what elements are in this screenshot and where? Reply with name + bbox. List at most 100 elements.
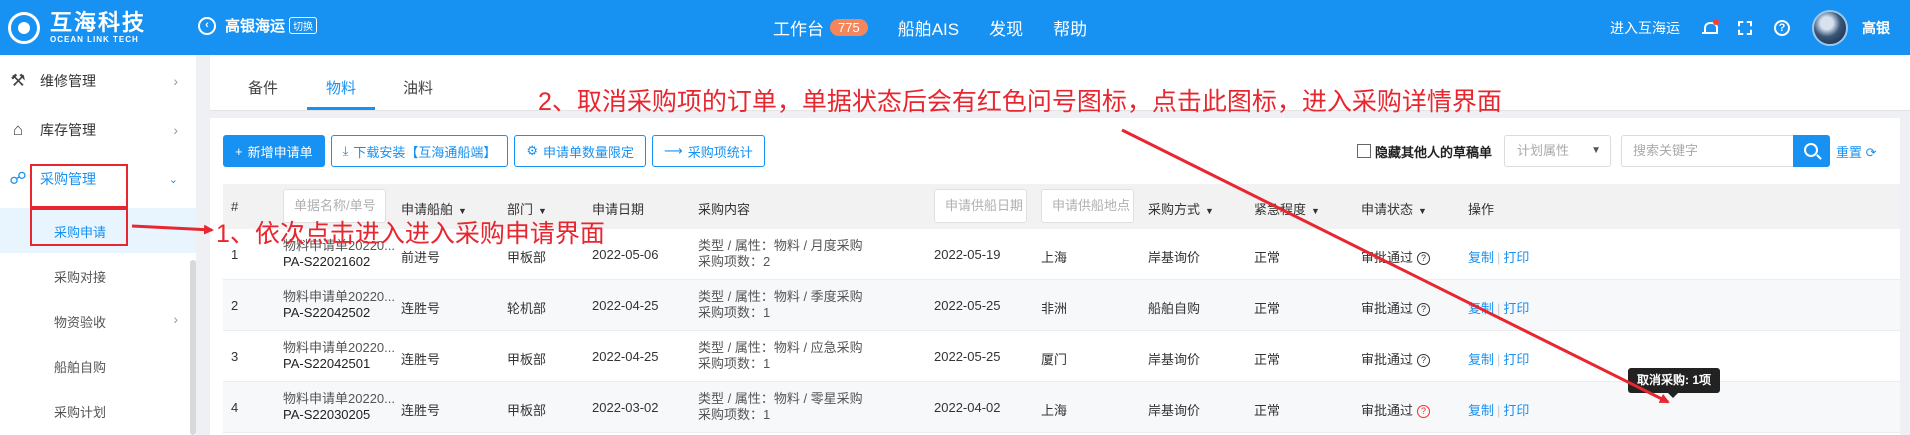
annotation-step1: 1、依次点击进入进入采购申请界面 xyxy=(216,220,605,248)
hide-drafts-label[interactable]: 隐藏其他人的草稿单 xyxy=(1375,142,1492,161)
content-type: 类型 / 属性：物料 / 零星采购 xyxy=(698,391,863,406)
department-cell: 轮机部 xyxy=(507,301,547,316)
tab-oil[interactable]: 油料 xyxy=(403,77,433,98)
request-limit-label: 申请单数量限定 xyxy=(543,144,635,160)
divider: | xyxy=(1497,403,1501,418)
sidebar-item-inventory[interactable]: ⌂ 库存管理 › xyxy=(0,106,196,154)
divider: | xyxy=(1497,352,1501,367)
enter-link[interactable]: 进入互海运 xyxy=(1610,18,1680,38)
ship-cell: 连胜号 xyxy=(401,301,441,316)
fullscreen-icon[interactable] xyxy=(1738,20,1752,35)
caret-down-icon: ▼ xyxy=(1311,206,1320,216)
method-cell: 岸基询价 xyxy=(1148,250,1201,265)
content-cell: 类型 / 属性：物料 / 应急采购 采购项数：1 xyxy=(698,340,863,372)
print-link[interactable]: 打印 xyxy=(1503,250,1529,265)
sidebar-subitem-label: 采购计划 xyxy=(54,405,107,420)
user-name[interactable]: 高银 xyxy=(1862,18,1890,38)
new-request-button[interactable]: + 新增申请单 xyxy=(223,135,325,167)
sidebar-scrollbar[interactable] xyxy=(190,260,196,435)
switch-company-button[interactable]: 切换 xyxy=(289,17,318,34)
logo[interactable]: 互海科技 OCEAN LINK TECH xyxy=(8,8,146,48)
purchase-stats-button[interactable]: ⟶ 采购项统计 xyxy=(652,135,765,167)
top-nav: 工作台 775 船舶AIS 发现 帮助 xyxy=(773,0,1117,55)
sidebar-subitem-ship-self-purchase[interactable]: 船舶自购 xyxy=(0,343,196,388)
logo-tagline: OCEAN LINK TECH xyxy=(50,35,139,44)
question-icon[interactable]: ? xyxy=(1417,252,1431,265)
left-arrow-circle-icon[interactable]: ‹ xyxy=(198,16,216,35)
supply-place-filter-input[interactable]: 申请供船地点 xyxy=(1041,189,1134,223)
request-name-cell[interactable]: 物料申请单20220... PA-S22042501 xyxy=(283,340,395,372)
help-icon[interactable]: ? xyxy=(1774,19,1790,36)
supply-date-cell: 2022-04-02 xyxy=(934,400,1001,415)
ship-cell: 连胜号 xyxy=(401,403,441,418)
request-code: PA-S22021602 xyxy=(283,254,371,269)
content-type: 类型 / 属性：物料 / 应急采购 xyxy=(698,340,863,355)
nav-help[interactable]: 帮助 xyxy=(1053,15,1087,40)
new-request-label: 新增申请单 xyxy=(247,144,313,160)
nav-discover[interactable]: 发现 xyxy=(989,15,1023,40)
method-cell: 岸基询价 xyxy=(1148,403,1201,418)
operations-cell: 复制 | 打印 xyxy=(1468,349,1529,368)
urgency-cell: 正常 xyxy=(1254,403,1281,418)
plan-attribute-placeholder: 计划属性 xyxy=(1517,143,1570,158)
print-link[interactable]: 打印 xyxy=(1503,403,1529,418)
company-name: 高银海运 xyxy=(225,18,286,35)
sidebar-subitem-purchase-docking[interactable]: 采购对接 xyxy=(0,253,196,298)
col-method[interactable]: 采购方式 ▼ xyxy=(1148,199,1214,218)
col-status[interactable]: 申请状态 ▼ xyxy=(1361,199,1427,218)
search-icon[interactable] xyxy=(1793,135,1831,167)
content-cell: 类型 / 属性：物料 / 季度采购 采购项数：1 xyxy=(698,289,863,321)
request-limit-button[interactable]: ⚙ 申请单数量限定 xyxy=(514,135,647,167)
table-row[interactable]: 2 物料申请单20220... PA-S22042502 连胜号 轮机部 2022… xyxy=(223,280,1900,331)
company-switcher[interactable]: ‹ 高银海运 切换 xyxy=(198,15,318,36)
col-urgency[interactable]: 紧急程度 ▼ xyxy=(1254,199,1320,218)
sidebar-subitem-purchase-plan[interactable]: 采购计划 xyxy=(0,388,196,433)
sidebar-subitem-material-inspection[interactable]: 物资验收 › xyxy=(0,298,196,343)
copy-link[interactable]: 复制 xyxy=(1468,352,1494,367)
tab-spare-parts[interactable]: 备件 xyxy=(248,77,278,98)
supply-date-filter-input[interactable]: 申请供船日期 xyxy=(934,189,1027,223)
question-icon[interactable]: ? xyxy=(1417,354,1431,367)
print-link[interactable]: 打印 xyxy=(1503,352,1529,367)
apply-date-cell: 2022-04-25 xyxy=(592,298,659,313)
row-number: 2 xyxy=(231,298,239,313)
print-link[interactable]: 打印 xyxy=(1503,301,1529,316)
nav-workbench-label: 工作台 xyxy=(773,20,824,39)
plan-attribute-select[interactable]: 计划属性 ▼ xyxy=(1504,135,1612,167)
hide-drafts-checkbox[interactable] xyxy=(1357,144,1371,158)
avatar[interactable] xyxy=(1812,9,1848,46)
content-cell: 类型 / 属性：物料 / 月度采购 采购项数：2 xyxy=(698,238,863,270)
request-name: 物料申请单20220... xyxy=(283,391,395,406)
sidebar-item-maintenance[interactable]: ⚒ 维修管理 › xyxy=(0,57,196,105)
operations-cell: 复制 | 打印 xyxy=(1468,400,1529,419)
wrench-icon: ⚒ xyxy=(10,71,26,90)
bell-icon[interactable] xyxy=(1702,18,1719,35)
copy-link[interactable]: 复制 xyxy=(1468,301,1494,316)
request-name-cell[interactable]: 物料申请单20220... PA-S22042502 xyxy=(283,289,395,321)
apply-date-cell: 2022-04-25 xyxy=(592,349,659,364)
reset-button[interactable]: 重置 ⟳ xyxy=(1836,142,1877,161)
status-text: 审批通过 xyxy=(1361,301,1414,316)
download-app-button[interactable]: ⤓ 下载安装【互海通船端】 xyxy=(330,135,509,167)
request-name: 物料申请单20220... xyxy=(283,340,395,355)
copy-link[interactable]: 复制 xyxy=(1468,403,1494,418)
col-content: 采购内容 xyxy=(698,202,751,217)
annotation-highlight-procurement xyxy=(30,164,128,208)
status-text: 审批通过 xyxy=(1361,250,1414,265)
supply-place-cell: 厦门 xyxy=(1041,352,1068,367)
request-name-cell[interactable]: 物料申请单20220... PA-S22030205 xyxy=(283,391,395,423)
col-method-label: 采购方式 xyxy=(1148,202,1201,217)
nav-workbench[interactable]: 工作台 775 xyxy=(773,15,868,40)
tab-materials[interactable]: 物料 xyxy=(326,77,356,98)
red-question-icon[interactable]: ? xyxy=(1417,405,1431,418)
row-number: 4 xyxy=(231,400,239,415)
question-icon[interactable]: ? xyxy=(1417,303,1431,316)
nav-ship-ais[interactable]: 船舶AIS xyxy=(898,15,959,40)
search-input[interactable]: 搜索关键字 xyxy=(1621,135,1794,167)
active-tab-indicator xyxy=(307,107,375,110)
ship-cell: 连胜号 xyxy=(401,352,441,367)
caret-down-icon: ▼ xyxy=(1418,206,1427,216)
method-cell: 岸基询价 xyxy=(1148,352,1201,367)
supply-date-cell: 2022-05-25 xyxy=(934,298,1001,313)
copy-link[interactable]: 复制 xyxy=(1468,250,1494,265)
